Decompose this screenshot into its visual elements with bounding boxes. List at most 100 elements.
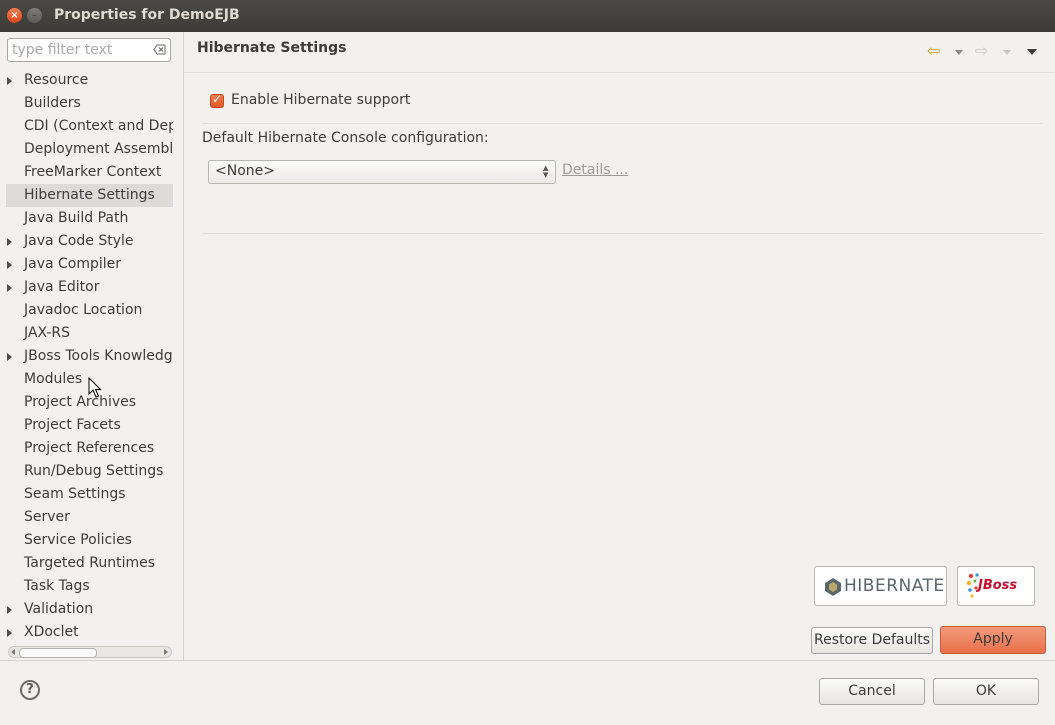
tree-item-label: Run/Debug Settings xyxy=(24,463,164,479)
navigation-pane: Resource Builders CDI (Context and Depe Dep… xyxy=(0,32,183,660)
tree-item-label: Builders xyxy=(24,95,81,111)
expand-arrow-icon[interactable] xyxy=(7,353,12,361)
tree-item-label: Task Tags xyxy=(24,578,90,594)
hibernate-logo: HIBERNATE xyxy=(814,566,947,606)
tree-item-label: Java Build Path xyxy=(24,210,129,226)
jboss-logo-text: JBoss xyxy=(978,578,1018,593)
tree-item-label: Project Archives xyxy=(24,394,137,410)
restore-label-post: efaults xyxy=(882,632,931,648)
restore-defaults-button[interactable]: Restore Defaults xyxy=(811,627,933,654)
restore-mnemonic: D xyxy=(871,632,883,648)
checkmark-icon: ✓ xyxy=(212,92,223,106)
tree-item-label: Service Policies xyxy=(24,532,132,548)
settings-pane: Hibernate Settings ⇦ ⇨ ✓ Enable Hibernat… xyxy=(184,32,1055,660)
tree-item[interactable]: FreeMarker Context xyxy=(6,161,173,184)
mouse-pointer-icon xyxy=(88,377,102,398)
tree-item[interactable]: Java Editor xyxy=(6,276,173,299)
tree-item[interactable]: Validation xyxy=(6,598,173,621)
tree-item[interactable]: JBoss Tools Knowledge xyxy=(6,345,173,368)
back-history-dropdown-icon[interactable] xyxy=(955,50,963,55)
window-title: Properties for DemoEJB xyxy=(54,7,240,23)
apply-button[interactable]: Apply xyxy=(940,626,1046,654)
clear-filter-icon[interactable] xyxy=(153,44,166,55)
tree-item-label: Hibernate Settings xyxy=(24,187,155,203)
details-link[interactable]: Details ... xyxy=(562,162,628,178)
tree-item-label: Java Editor xyxy=(24,279,100,295)
title-bar: × – Properties for DemoEJB xyxy=(0,0,1055,32)
tree-item-label: Project Facets xyxy=(24,417,121,433)
tree-item-label: Modules xyxy=(24,371,83,387)
tree-item[interactable]: Javadoc Location xyxy=(6,299,173,322)
console-config-value: <None> xyxy=(215,163,275,179)
tree-item-label: Validation xyxy=(24,601,94,617)
tree-item-label: Java Code Style xyxy=(24,233,134,249)
tree-item-label: Javadoc Location xyxy=(24,302,143,318)
tree-item[interactable]: Builders xyxy=(6,92,173,115)
expand-arrow-icon[interactable] xyxy=(7,261,12,269)
expand-arrow-icon[interactable] xyxy=(7,606,12,614)
content-separator xyxy=(202,233,1043,234)
tree-item[interactable]: Targeted Runtimes xyxy=(6,552,173,575)
tree-item[interactable]: Java Build Path xyxy=(6,207,173,230)
tree-item-label: Resource xyxy=(24,72,89,88)
console-config-select[interactable]: <None> ▲▼ xyxy=(208,160,556,184)
tree-item[interactable]: Java Compiler xyxy=(6,253,173,276)
console-config-label: Default Hibernate Console configuration: xyxy=(202,130,489,146)
footer-separator xyxy=(0,660,1055,661)
cancel-button[interactable]: Cancel xyxy=(819,678,925,705)
tree-item[interactable]: Server xyxy=(6,506,173,529)
help-icon[interactable]: ? xyxy=(20,680,40,700)
minimize-window-button[interactable]: – xyxy=(27,8,42,23)
forward-arrow-icon[interactable]: ⇨ xyxy=(975,41,988,60)
back-arrow-icon[interactable]: ⇦ xyxy=(927,41,940,60)
filter-box xyxy=(7,38,171,62)
tree-horizontal-scrollbar[interactable] xyxy=(8,646,172,658)
expand-arrow-icon[interactable] xyxy=(7,238,12,246)
tree-item[interactable]: Project Facets xyxy=(6,414,173,437)
close-window-button[interactable]: × xyxy=(7,8,22,23)
tree-item[interactable]: CDI (Context and Depe xyxy=(6,115,173,138)
property-page-tree: Resource Builders CDI (Context and Depe Dep… xyxy=(6,69,173,647)
tree-item[interactable]: Deployment Assembly xyxy=(6,138,173,161)
tree-item-label: CDI (Context and Depe xyxy=(24,118,173,134)
tree-item[interactable]: Hibernate Settings xyxy=(6,184,173,207)
tree-item[interactable]: JAX-RS xyxy=(6,322,173,345)
expand-arrow-icon[interactable] xyxy=(7,284,12,292)
tree-item-label: JBoss Tools Knowledge xyxy=(24,348,173,364)
scroll-right-icon[interactable] xyxy=(164,649,168,655)
tree-item-label: Project References xyxy=(24,440,155,456)
properties-dialog: × – Properties for DemoEJB Resource Build… xyxy=(0,0,1055,725)
expand-arrow-icon[interactable] xyxy=(7,77,12,85)
tree-item[interactable]: Run/Debug Settings xyxy=(6,460,173,483)
tree-item[interactable]: Java Code Style xyxy=(6,230,173,253)
view-menu-icon[interactable] xyxy=(1027,49,1037,55)
tree-item[interactable]: Task Tags xyxy=(6,575,173,598)
ok-button[interactable]: OK xyxy=(933,678,1039,705)
forward-history-dropdown-icon[interactable] xyxy=(1003,50,1011,55)
apply-mnemonic: A xyxy=(973,631,983,647)
tree-item[interactable]: Resource xyxy=(6,69,173,92)
tree-item-label: Server xyxy=(24,509,70,525)
section-separator xyxy=(202,123,1043,124)
filter-input[interactable] xyxy=(12,41,148,59)
tree-item-label: Java Compiler xyxy=(24,256,122,272)
page-title: Hibernate Settings xyxy=(197,40,347,56)
enable-hibernate-label[interactable]: Enable Hibernate support xyxy=(231,92,410,108)
tree-item[interactable]: Seam Settings xyxy=(6,483,173,506)
tree-item[interactable]: XDoclet xyxy=(6,621,173,644)
tree-item-label: FreeMarker Context xyxy=(24,164,162,180)
tree-item-label: Deployment Assembly xyxy=(24,141,173,157)
tree-item[interactable]: Service Policies xyxy=(6,529,173,552)
scroll-left-icon[interactable] xyxy=(11,649,15,655)
expand-arrow-icon[interactable] xyxy=(7,629,12,637)
enable-hibernate-checkbox[interactable]: ✓ xyxy=(210,92,224,108)
tree-item[interactable]: Project References xyxy=(6,437,173,460)
restore-label-pre: Restore xyxy=(813,632,872,648)
tree-item-label: Targeted Runtimes xyxy=(24,555,156,571)
scrollbar-thumb[interactable] xyxy=(19,648,97,658)
hibernate-logo-text: HIBERNATE xyxy=(844,576,945,596)
jboss-logo: JBoss xyxy=(957,566,1035,606)
tree-item-label: XDoclet xyxy=(24,624,79,640)
tree-item-label: JAX-RS xyxy=(24,325,71,341)
header-separator xyxy=(184,72,1055,73)
